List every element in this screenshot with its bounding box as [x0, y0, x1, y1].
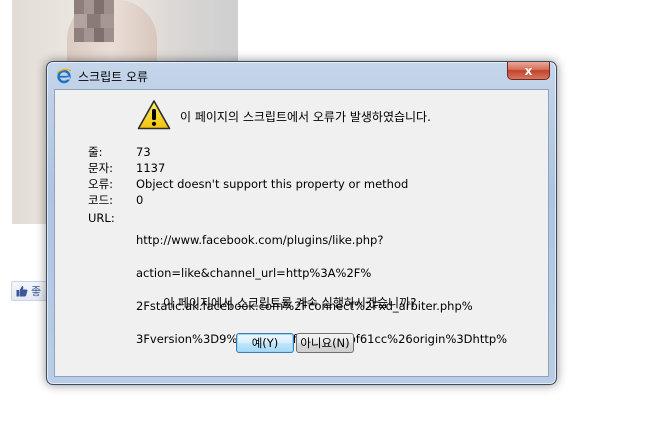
- detail-label: 코드:: [88, 193, 114, 207]
- ie-logo-icon: [56, 68, 72, 84]
- detail-label: 문자:: [88, 161, 114, 175]
- dialog-titlebar[interactable]: 스크립트 오류 x: [47, 62, 556, 89]
- url-line: http://www.facebook.com/plugins/like.php…: [136, 233, 384, 247]
- detail-value: 0: [136, 193, 144, 207]
- page: 좋 스크립트 오류 x 이 페이지의 스크립트에서 오류가 발생하였습니다. 줄…: [0, 0, 664, 441]
- detail-label: 오류:: [88, 177, 114, 191]
- detail-row-code: 코드: 0: [88, 192, 496, 208]
- close-icon: x: [524, 63, 533, 78]
- dialog-title: 스크립트 오류: [78, 70, 149, 84]
- detail-value: 73: [136, 145, 151, 159]
- no-button[interactable]: 아니요(N): [296, 333, 354, 353]
- detail-value: Object doesn't support this property or …: [136, 177, 409, 191]
- close-button[interactable]: x: [507, 62, 550, 80]
- dialog-content: 이 페이지의 스크립트에서 오류가 발생하였습니다. 줄: 73 문자: 113…: [54, 89, 549, 377]
- detail-row-line: 줄: 73: [88, 144, 496, 160]
- url-line: action=like&channel_url=http%3A%2F%: [136, 266, 372, 280]
- detail-label: 줄:: [88, 145, 103, 159]
- script-error-dialog: 스크립트 오류 x 이 페이지의 스크립트에서 오류가 발생하였습니다. 줄: …: [46, 61, 557, 385]
- facebook-like-button[interactable]: 좋: [11, 281, 51, 301]
- thumbs-up-icon: [16, 285, 28, 297]
- detail-value: 1137: [136, 161, 166, 175]
- warning-triangle-icon: [137, 99, 171, 131]
- detail-row-char: 문자: 1137: [88, 160, 496, 176]
- yes-button[interactable]: 예(Y): [236, 333, 294, 353]
- detail-label: URL:: [88, 211, 115, 225]
- error-headline: 이 페이지의 스크립트에서 오류가 발생하였습니다.: [180, 110, 431, 124]
- continue-question: 이 페이지에서 스크립트를 계속 실행하시겠습니까?: [163, 296, 417, 310]
- facebook-like-label: 좋: [31, 285, 42, 298]
- detail-row-error: 오류: Object doesn't support this property…: [88, 176, 496, 192]
- photo-mosaic-band: [74, 14, 114, 28]
